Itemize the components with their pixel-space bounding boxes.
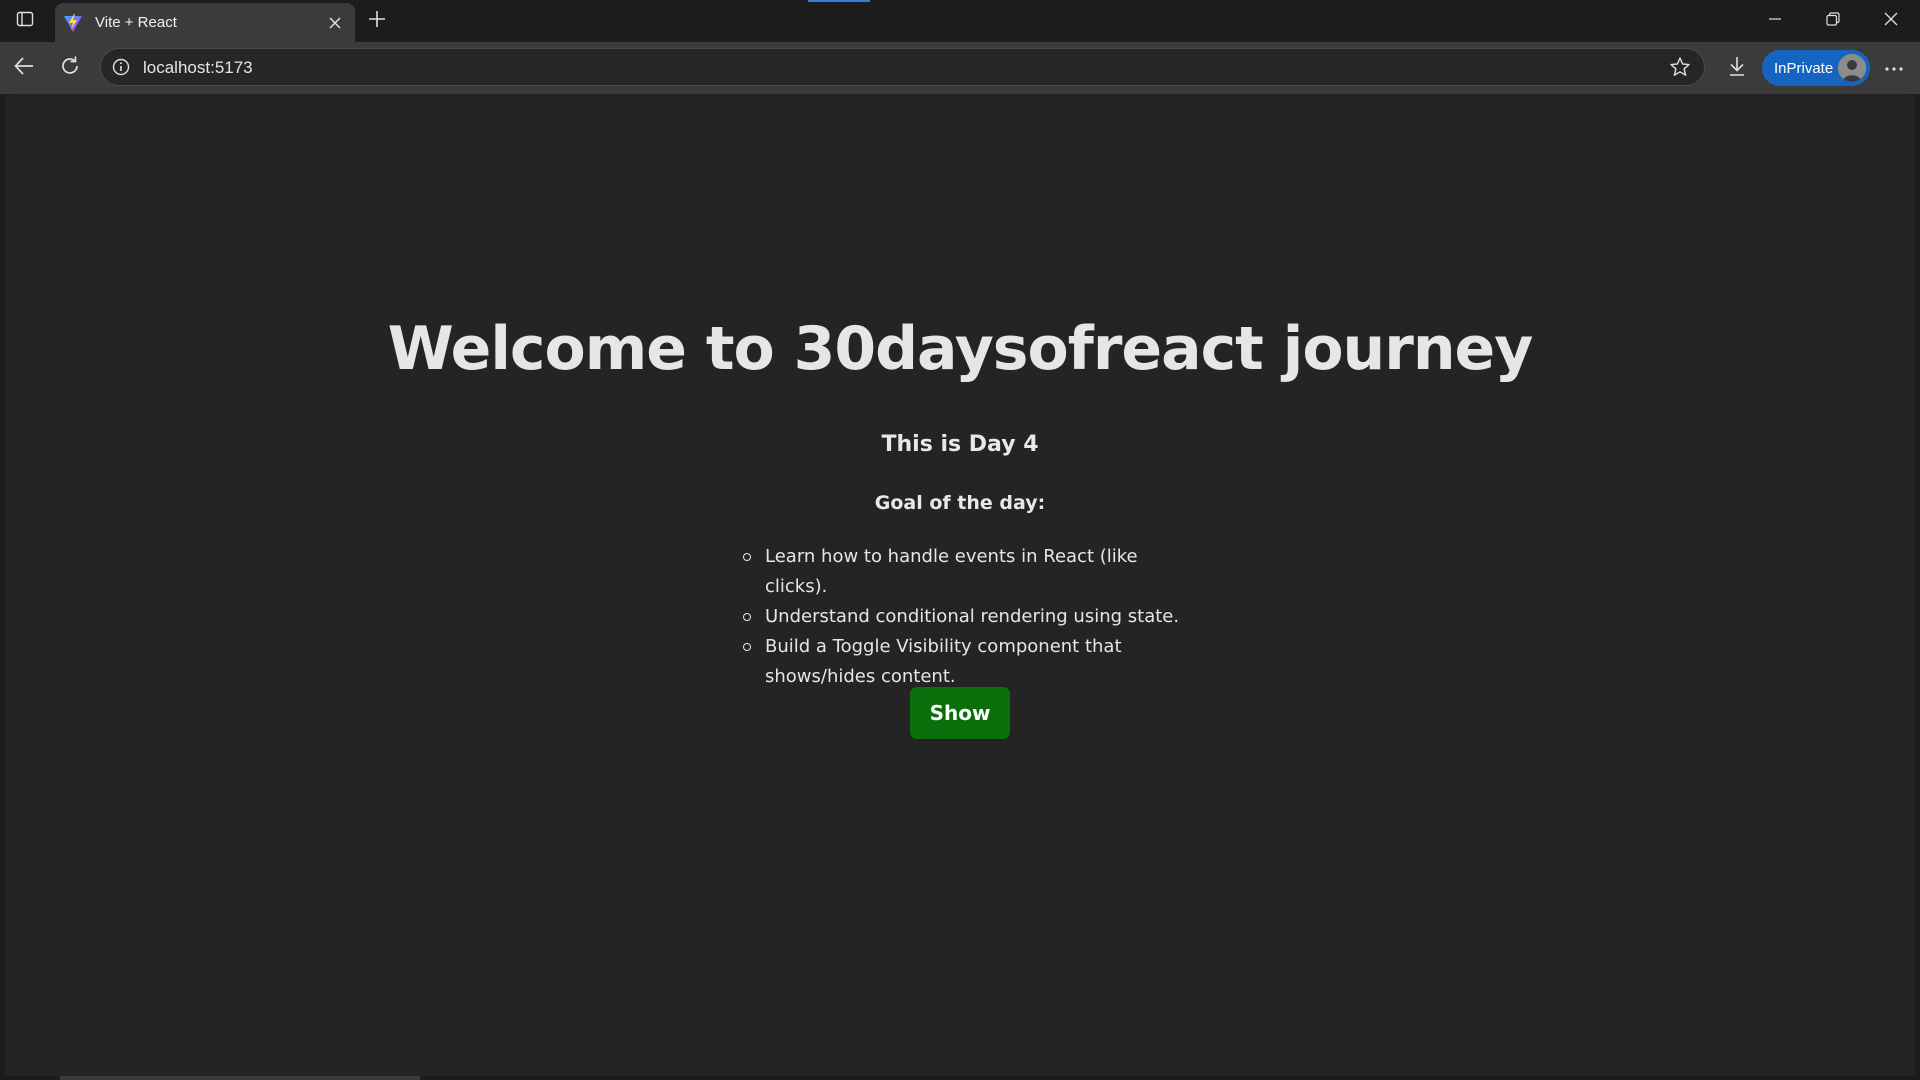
plus-icon <box>368 10 386 33</box>
back-arrow-icon <box>13 55 35 82</box>
favorite-star-icon[interactable] <box>1668 55 1692 79</box>
address-bar[interactable]: localhost:5173 <box>100 48 1705 86</box>
new-tab-button[interactable] <box>362 6 392 36</box>
restore-button[interactable] <box>1804 0 1862 42</box>
tab-strip: Vite + React <box>0 0 1920 42</box>
refresh-button[interactable] <box>54 52 86 84</box>
inprivate-profile-button[interactable]: InPrivate <box>1762 50 1870 86</box>
back-button[interactable] <box>8 52 40 84</box>
tab-close-icon[interactable] <box>323 11 347 35</box>
goal-title: Goal of the day: <box>874 492 1046 514</box>
list-item: Understand conditional rendering using s… <box>740 602 1205 632</box>
window-controls <box>1746 0 1920 42</box>
list-item: Learn how to handle events in React (lik… <box>740 542 1205 602</box>
goal-list: Learn how to handle events in React (lik… <box>740 542 1210 692</box>
page-title: Welcome to 30daysofreact journey <box>387 314 1534 384</box>
inprivate-label: InPrivate <box>1774 59 1834 77</box>
browser-window: Vite + React localhost:5173 InPrivate We… <box>0 0 1920 1080</box>
vite-logo-icon <box>63 13 83 33</box>
drag-accent-bar <box>808 0 870 2</box>
minimize-icon <box>1769 12 1781 30</box>
close-icon <box>1884 12 1898 31</box>
page-viewport: Welcome to 30daysofreact journey This is… <box>5 94 1915 1076</box>
day-label: This is Day 4 <box>881 432 1039 457</box>
tab-title: Vite + React <box>95 14 177 31</box>
minimize-button[interactable] <box>1746 0 1804 42</box>
refresh-icon <box>59 55 81 82</box>
settings-menu-button[interactable] <box>1878 52 1910 84</box>
restore-icon <box>1826 11 1840 31</box>
tab-actions-button[interactable] <box>10 8 40 34</box>
site-info-icon[interactable] <box>111 57 131 77</box>
url-text[interactable]: localhost:5173 <box>143 58 253 78</box>
sidebar-layout-icon <box>16 10 34 33</box>
list-item: Build a Toggle Visibility component that… <box>740 632 1205 692</box>
downloads-button[interactable] <box>1722 52 1752 84</box>
show-button[interactable]: Show <box>910 687 1010 739</box>
horizontal-scrollbar[interactable] <box>60 1076 420 1080</box>
download-icon <box>1727 55 1747 82</box>
close-window-button[interactable] <box>1862 0 1920 42</box>
avatar <box>1838 54 1866 82</box>
tab-vite-react[interactable]: Vite + React <box>55 3 355 42</box>
browser-toolbar: localhost:5173 InPrivate <box>0 42 1920 94</box>
more-horizontal-icon <box>1884 59 1904 77</box>
